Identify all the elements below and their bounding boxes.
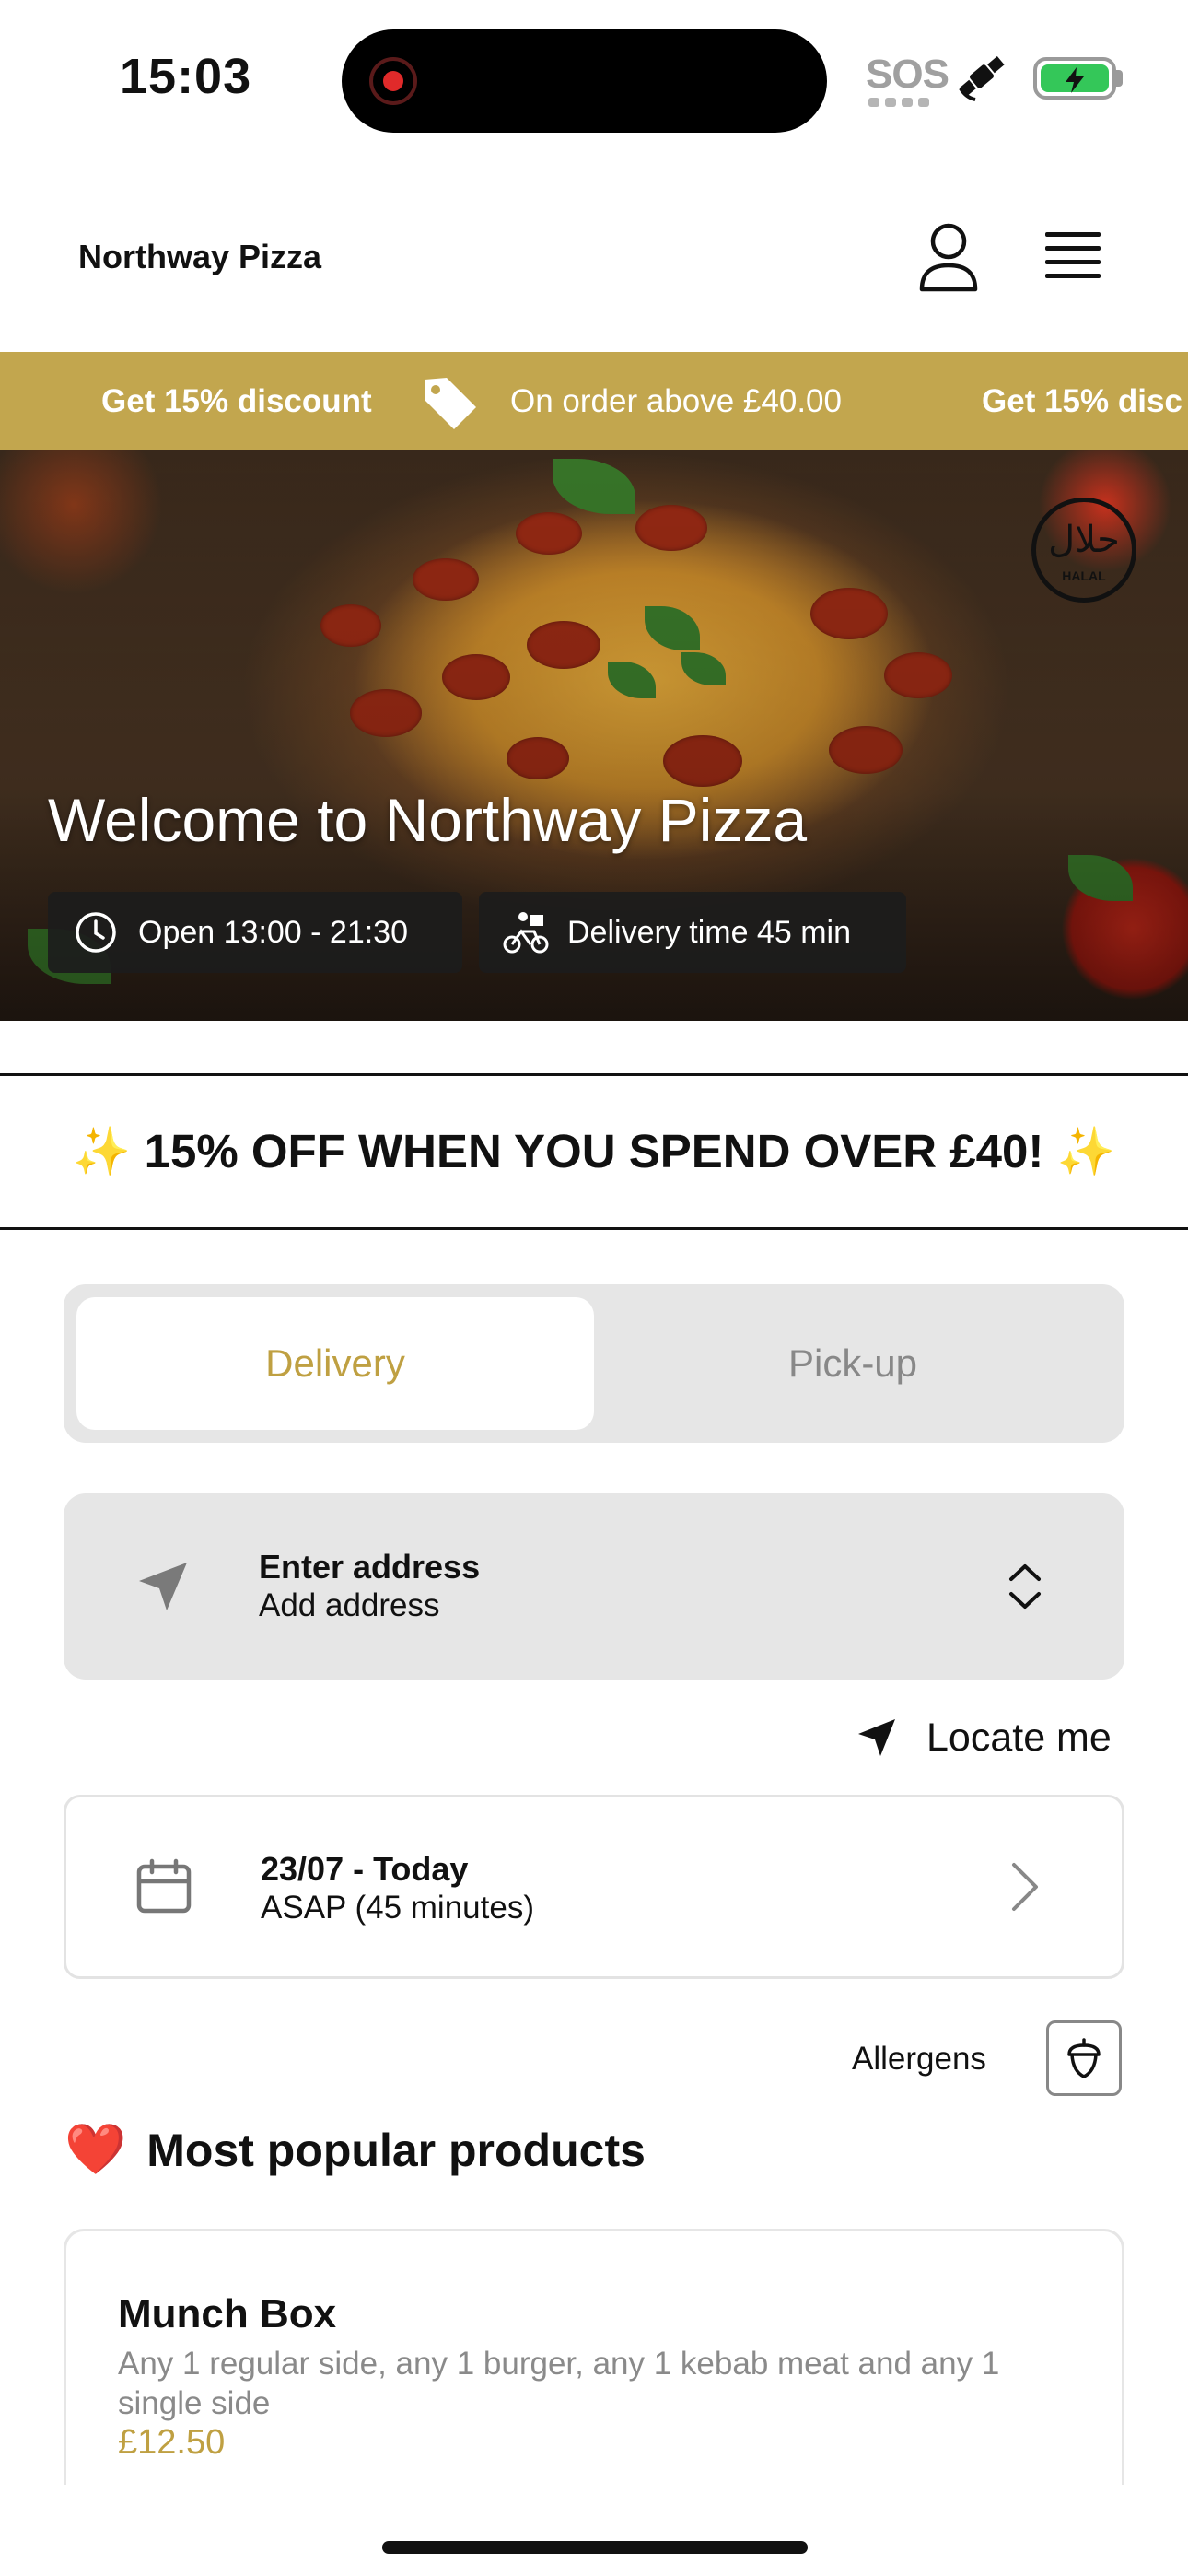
bottom-safe-area xyxy=(0,2485,1188,2576)
home-indicator[interactable] xyxy=(382,2541,808,2554)
signal-dots xyxy=(868,98,933,107)
announcement-text: ✨ 15% OFF WHEN YOU SPEND OVER £40! ✨ xyxy=(72,1125,1116,1177)
chevron-up-down-icon xyxy=(1009,1564,1041,1609)
delivery-bike-icon xyxy=(503,912,549,954)
hamburger-menu-icon[interactable] xyxy=(1041,230,1105,286)
section-title-popular: ❤️ Most popular products xyxy=(64,2121,646,2179)
battery-cap xyxy=(1116,70,1123,87)
tag-icon xyxy=(425,378,476,429)
locate-me-button[interactable]: Locate me xyxy=(855,1710,1112,1765)
satellite-icon xyxy=(959,56,1005,101)
allergens-button[interactable] xyxy=(1046,2020,1122,2096)
opening-hours: Open 13:00 - 21:30 xyxy=(138,914,409,950)
product-name: Munch Box xyxy=(118,2291,337,2336)
schedule-time: ASAP (45 minutes) xyxy=(261,1890,534,1926)
ribbon-discount-repeat: Get 15% disc xyxy=(982,383,1182,419)
delivery-time-pill: Delivery time 45 min xyxy=(479,892,906,973)
battery-icon xyxy=(1033,57,1116,100)
address-title: Enter address xyxy=(259,1548,481,1586)
announcement-banner: ✨ 15% OFF WHEN YOU SPEND OVER £40! ✨ xyxy=(0,1073,1188,1230)
address-selector[interactable] xyxy=(64,1493,1124,1680)
product-price: £12.50 xyxy=(118,2423,226,2462)
opening-hours-pill: Open 13:00 - 21:30 xyxy=(48,892,462,973)
schedule-date: 23/07 - Today xyxy=(261,1850,469,1888)
locate-me-label: Locate me xyxy=(926,1715,1112,1760)
status-time: 15:03 xyxy=(120,49,252,104)
product-description: Any 1 regular side, any 1 burger, any 1 … xyxy=(118,2346,1000,2421)
location-arrow-icon xyxy=(858,1719,895,1756)
promo-ribbon: Get 15% discount On order above £40.00 G… xyxy=(0,352,1188,450)
delivery-time: Delivery time 45 min xyxy=(567,914,851,950)
tab-delivery[interactable]: Delivery xyxy=(76,1297,594,1430)
schedule-selector[interactable] xyxy=(64,1795,1124,1979)
brand-name[interactable]: Northway Pizza xyxy=(78,238,321,276)
acorn-icon xyxy=(1067,2038,1101,2078)
bolt-icon xyxy=(1066,67,1084,93)
ribbon-discount: Get 15% discount xyxy=(101,383,372,419)
tab-pickup[interactable]: Pick-up xyxy=(594,1297,1112,1430)
screen-record-icon xyxy=(369,57,417,105)
halal-label: HALAL xyxy=(1062,568,1106,583)
chevron-right-icon xyxy=(1012,1863,1038,1911)
navigation-arrow-icon xyxy=(139,1563,187,1610)
user-icon[interactable] xyxy=(916,221,981,295)
hero-title: Welcome to Northway Pizza xyxy=(48,786,808,854)
allergens-label: Allergens xyxy=(852,2041,986,2077)
sos-indicator: SOS xyxy=(866,52,949,97)
halal-badge: حلال HALAL xyxy=(1031,498,1136,603)
calendar-icon xyxy=(136,1858,192,1914)
ribbon-condition: On order above £40.00 xyxy=(510,383,842,419)
halal-arabic: حلال xyxy=(1048,519,1120,561)
popular-title-text: Most popular products xyxy=(146,2124,646,2176)
heart-icon: ❤️ xyxy=(64,2122,127,2177)
address-subtitle: Add address xyxy=(259,1587,440,1623)
clock-icon xyxy=(76,912,116,953)
